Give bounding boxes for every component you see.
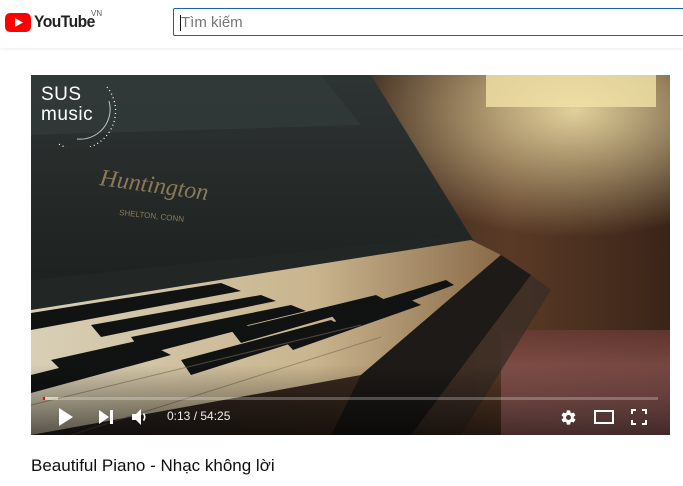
volume-icon — [132, 409, 146, 425]
progress-played — [43, 397, 46, 400]
text-caret — [180, 15, 181, 31]
theater-mode-button[interactable] — [593, 406, 615, 428]
logo-wordmark: YouTube — [34, 12, 95, 31]
search-input[interactable] — [174, 9, 683, 35]
channel-watermark[interactable]: SUS music — [37, 81, 117, 147]
play-icon — [59, 408, 73, 426]
settings-button[interactable] — [558, 406, 578, 428]
country-code: VN — [91, 9, 103, 18]
fullscreen-button[interactable] — [629, 406, 649, 428]
video-title: Beautiful Piano - Nhạc không lời — [31, 456, 275, 475]
masthead: YouTube VN — [0, 0, 683, 48]
fullscreen-icon — [631, 409, 647, 425]
next-button[interactable] — [97, 406, 115, 428]
youtube-logo[interactable]: YouTube VN — [5, 9, 103, 32]
next-icon — [99, 410, 113, 424]
play-button[interactable] — [55, 406, 77, 428]
search-box[interactable] — [173, 8, 683, 36]
theater-mode-icon — [594, 410, 614, 424]
watermark-line-2: music — [41, 104, 94, 125]
volume-button[interactable] — [131, 406, 151, 428]
youtube-play-logo-icon — [5, 12, 31, 32]
gear-icon — [561, 409, 575, 425]
watermark-line-1: SUS — [41, 84, 82, 105]
time-display: 0:13 / 54:25 — [167, 409, 231, 423]
video-player[interactable]: Huntington SHELTON, CONN SUS music 0:13 … — [31, 75, 670, 435]
progress-bar[interactable] — [43, 397, 658, 400]
